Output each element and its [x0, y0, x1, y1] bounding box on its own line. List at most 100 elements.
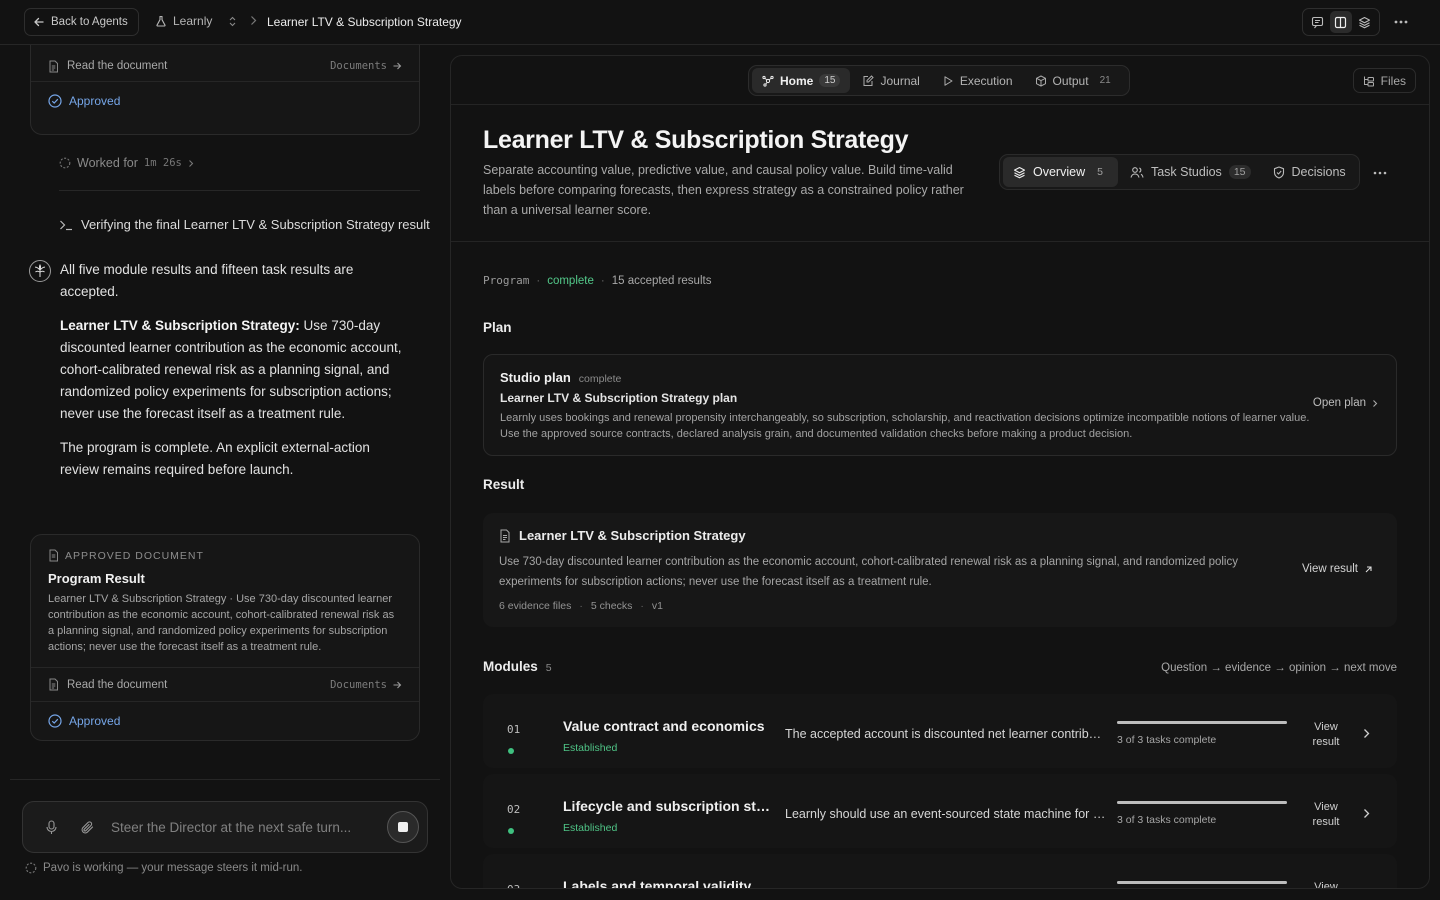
progress-fill	[1117, 881, 1287, 884]
divider	[451, 241, 1429, 242]
working-status: Pavo is working — your message steers it…	[25, 862, 302, 874]
layout-toggle-group	[1302, 8, 1380, 36]
module-flow-legend: Question → evidence → opinion → next mov…	[1161, 662, 1397, 674]
tab-decisions[interactable]: Decisions	[1263, 157, 1356, 187]
steer-input[interactable]	[111, 819, 387, 835]
tab-label: Output	[1052, 73, 1089, 88]
chevron-right-icon[interactable]	[1363, 888, 1370, 889]
documents-link-label: Documents	[330, 678, 387, 691]
verifying-label: Verifying the final Learner LTV & Subscr…	[81, 217, 430, 232]
worked-duration: 1m 26s	[143, 157, 182, 169]
document-icon	[48, 60, 59, 73]
play-icon	[944, 75, 953, 86]
stop-button[interactable]	[387, 811, 419, 843]
result-title-row: Learner LTV & Subscription Strategy	[499, 528, 746, 543]
module-number: 02	[507, 803, 521, 816]
read-document-label: Read the document	[67, 678, 168, 691]
tool-step-verifying[interactable]: Verifying the final Learner LTV & Subscr…	[59, 217, 440, 232]
microphone-button[interactable]	[41, 819, 61, 835]
module-row[interactable]: 01 Value contract and economics Establishe…	[483, 694, 1397, 768]
approved-label: Approved	[69, 714, 121, 728]
tab-count: 21	[1099, 75, 1111, 86]
files-label: Files	[1380, 73, 1406, 88]
composer	[22, 801, 428, 853]
tab-output[interactable]: Output 21	[1025, 68, 1126, 93]
tab-overview[interactable]: Overview 5	[1003, 157, 1118, 187]
modules-count: 5	[545, 662, 552, 674]
module-row[interactable]: 02 Lifecycle and subscription state Establ…	[483, 774, 1397, 848]
back-to-agents-button[interactable]: Back to Agents	[24, 8, 139, 36]
message-paragraph: The program is complete. An explicit ext…	[60, 440, 370, 477]
read-document-row[interactable]: Read the document Documents	[31, 668, 419, 701]
folder-tree-icon	[1363, 76, 1374, 86]
view-module-result-button[interactable]: View result	[1301, 800, 1351, 830]
chevron-right-icon[interactable]	[1363, 728, 1370, 739]
chevron-updown-icon	[228, 16, 237, 27]
check-circle-icon	[48, 93, 62, 108]
documents-link[interactable]: Documents	[330, 60, 402, 72]
worked-for-toggle[interactable]: Worked for 1m 26s	[59, 156, 194, 170]
plan-label: Studio plan	[500, 370, 571, 385]
module-status: Established	[563, 822, 618, 834]
split-view-toggle[interactable]	[1329, 11, 1352, 33]
approved-label: Approved	[69, 93, 121, 108]
status-dot	[508, 828, 514, 834]
view-result-button[interactable]: View result	[1302, 563, 1373, 575]
more-menu-button[interactable]	[1392, 13, 1410, 31]
tab-count: 5	[1097, 166, 1103, 178]
tab-label: Task Studios	[1150, 165, 1222, 179]
open-plan-button[interactable]: Open plan	[1313, 397, 1378, 409]
files-button[interactable]: Files	[1352, 68, 1416, 93]
layers-view-toggle[interactable]	[1353, 11, 1375, 33]
view-module-result-button[interactable]: View result	[1301, 720, 1351, 750]
main-tabs: Home 15 Journal Execution Output 21	[748, 65, 1130, 96]
top-bar: Back to Agents Learnly Learner LTV & Sub…	[0, 0, 1440, 45]
progress-fill	[1117, 721, 1287, 724]
checks-count: 5 checks	[590, 600, 633, 612]
header-more-button[interactable]	[1371, 166, 1389, 180]
chevron-right-icon[interactable]	[1363, 808, 1370, 819]
module-summary: Learnly should use an event-sourced stat…	[785, 807, 1107, 821]
back-label: Back to Agents	[51, 16, 128, 28]
project-switcher[interactable]: Learnly	[155, 14, 237, 28]
document-summary: Learner LTV & Subscription Strategy · Us…	[48, 593, 395, 653]
stop-icon	[398, 822, 408, 832]
view-result-label: View result	[1301, 563, 1358, 575]
tab-journal[interactable]: Journal	[852, 68, 929, 93]
document-icon	[48, 549, 59, 562]
tab-home[interactable]: Home 15	[752, 68, 851, 93]
module-row[interactable]: 03Labels and temporal validityEstablishe…	[483, 854, 1397, 889]
chat-icon	[1312, 16, 1324, 28]
read-document-row[interactable]: Read the document Documents	[31, 51, 419, 81]
tab-task-studios[interactable]: Task Studios 15	[1120, 157, 1261, 187]
spinner-icon	[59, 157, 71, 169]
plan-card[interactable]: Studio plan complete Learner LTV & Subsc…	[483, 354, 1397, 456]
attach-button[interactable]	[77, 820, 97, 835]
result-heading: Result	[483, 477, 525, 492]
spinner-icon	[25, 862, 37, 874]
view-module-result-button[interactable]: View result	[1301, 880, 1351, 888]
agent-message: All five module results and fifteen task…	[60, 259, 405, 493]
result-card[interactable]: Learner LTV & Subscription Strategy Use …	[483, 513, 1397, 627]
flask-icon	[155, 15, 167, 27]
tab-count: 15	[1228, 165, 1251, 179]
approved-document-eyebrow: APPROVED DOCUMENT	[31, 535, 419, 562]
agent-avatar	[29, 260, 51, 282]
divider	[59, 190, 420, 191]
documents-link[interactable]: Documents	[330, 679, 402, 691]
program-label: Program	[483, 274, 530, 287]
arrow-right-icon	[393, 62, 402, 70]
document-title: Program Result	[48, 571, 145, 586]
plan-label-row: Studio plan complete	[500, 370, 621, 385]
module-summary: Only outcomes available at decision time…	[785, 887, 1107, 888]
breadcrumb-title: Learner LTV & Subscription Strategy	[267, 15, 462, 29]
result-body: Use 730-day discounted learner contribut…	[499, 556, 1238, 588]
message-paragraph: All five module results and fifteen task…	[60, 262, 354, 299]
chat-view-toggle[interactable]	[1307, 11, 1329, 33]
chevron-right-icon	[188, 159, 194, 168]
document-icon	[48, 678, 59, 691]
tab-execution[interactable]: Execution	[932, 68, 1023, 93]
module-status: Established	[563, 742, 618, 754]
result-meta: 6 evidence files · 5 checks · v1	[499, 600, 663, 612]
module-progress-text: 3 of 3 tasks complete	[1117, 734, 1217, 746]
